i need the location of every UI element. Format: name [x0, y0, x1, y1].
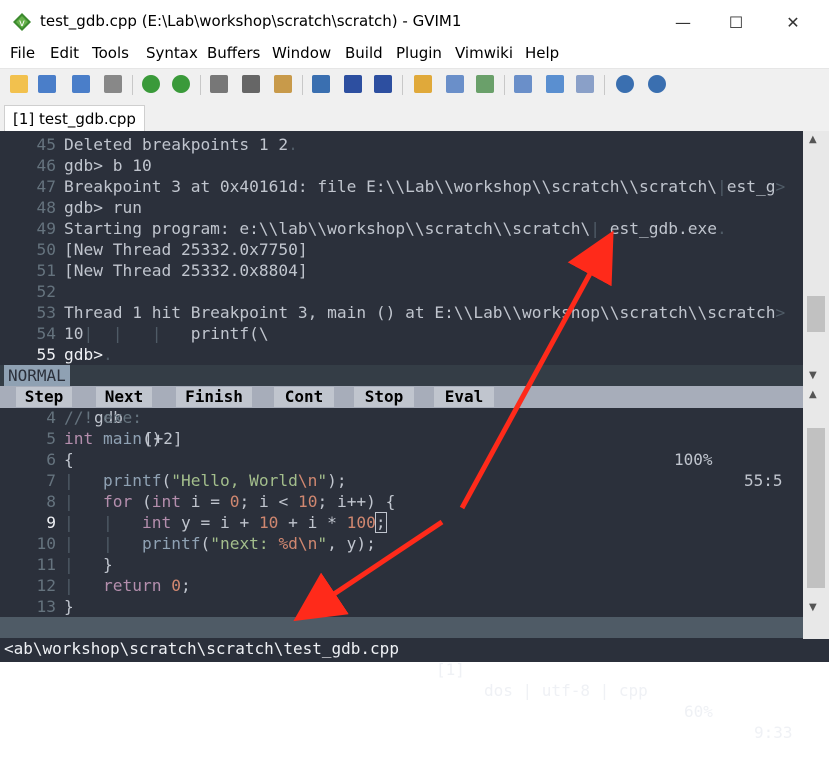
annotation-arrows — [293, 230, 614, 622]
annotation-arrow-down — [293, 519, 444, 622]
cursor-position: 9:33 — [754, 723, 793, 742]
buffer-number: [1] — [436, 660, 465, 679]
file-format-encoding-type: dos | utf-8 | cpp — [484, 681, 648, 700]
annotation-arrow-up — [459, 230, 614, 510]
scroll-percent: 60% — [684, 702, 713, 721]
